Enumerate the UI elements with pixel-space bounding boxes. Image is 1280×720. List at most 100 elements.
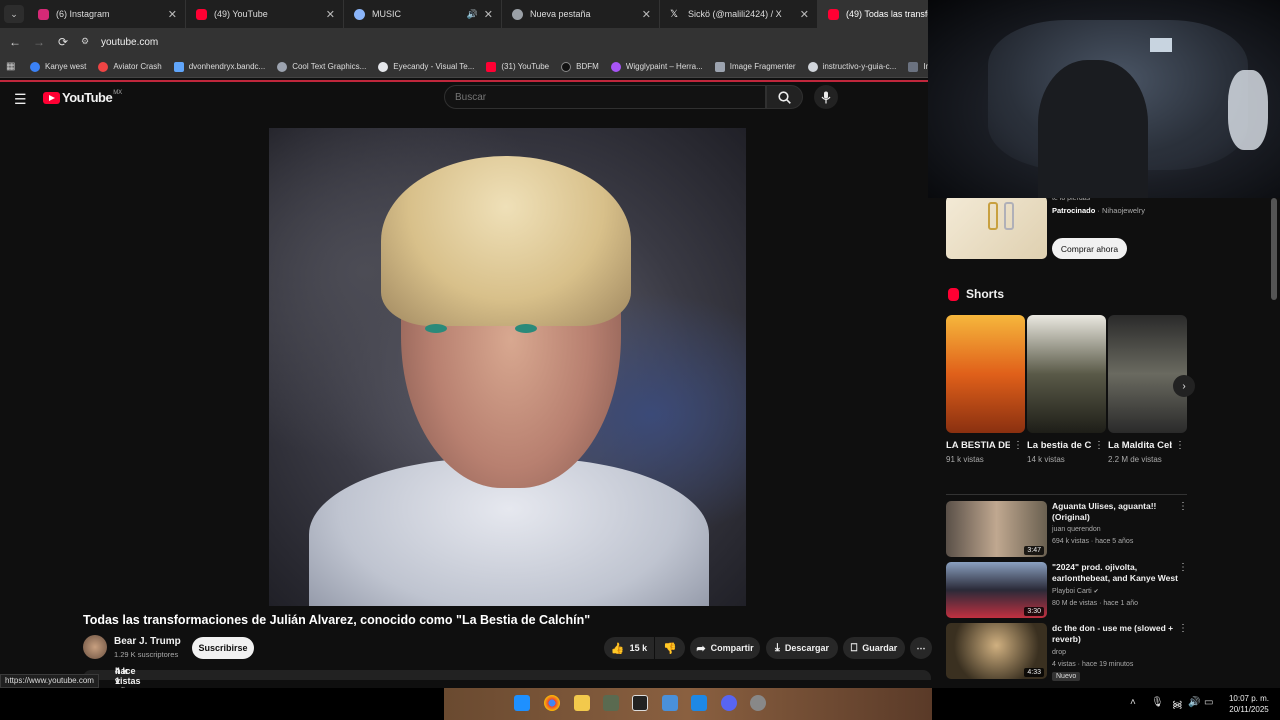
url-field[interactable]: ⚙ youtube.com [81, 36, 158, 48]
voice-search-button[interactable] [814, 85, 838, 109]
bookmark-item[interactable]: Eyecandy - Visual Te... [378, 61, 474, 72]
app-icon[interactable] [603, 695, 619, 711]
volume-icon[interactable]: 🔊 [1188, 697, 1200, 708]
discord-icon[interactable] [721, 695, 737, 711]
more-actions-button[interactable]: ⋯ [910, 637, 932, 659]
download-icon: ⤓ [775, 641, 780, 654]
youtube-page: ☰ YouTube MX Todas las transformaciones … [0, 82, 932, 696]
short-thumbnail [1108, 315, 1187, 433]
bookmark-item[interactable]: Kanye west [30, 61, 86, 72]
system-clock[interactable]: 10:07 p. m. 20/11/2025 [1220, 693, 1278, 715]
bookmark-icon [908, 61, 919, 72]
app-icon[interactable] [750, 695, 766, 711]
bookmark-icon [610, 61, 621, 72]
related-video[interactable]: 3:47 Aguanta Ulises, aguanta!! (Original… [946, 501, 1196, 559]
bookmark-icon [98, 61, 109, 72]
close-tab-icon[interactable]: ✕ [326, 8, 335, 21]
battery-icon[interactable]: ▭ [1204, 697, 1213, 708]
apps-grid-icon[interactable]: ▦ [6, 61, 20, 72]
microphone-icon[interactable]: 🎙 [1151, 697, 1164, 708]
chevron-up-icon[interactable]: ˄ [1130, 697, 1136, 708]
bookmark-icon [714, 61, 725, 72]
ad-thumbnail[interactable] [946, 196, 1047, 259]
link-status-bar: https://www.youtube.com [0, 674, 99, 688]
tab-new-tab[interactable]: Nueva pestaña ✕ [502, 0, 660, 28]
back-icon[interactable]: ← [3, 35, 27, 49]
more-vert-icon[interactable]: ⋮ [1175, 440, 1185, 451]
bookmark-item[interactable]: BDFM [561, 61, 599, 72]
speaker-icon[interactable]: 🔊 [467, 9, 478, 20]
app-icon[interactable] [691, 695, 707, 711]
more-vert-icon[interactable]: ⋮ [1013, 440, 1023, 451]
close-tab-icon[interactable]: ✕ [800, 8, 809, 21]
new-badge: Nuevo [1052, 672, 1081, 681]
shop-now-button[interactable]: Comprar ahora [1052, 238, 1127, 259]
search-input[interactable] [455, 91, 765, 103]
video-frame-eye [515, 324, 537, 333]
tab-x[interactable]: 𝕏 Sickö (@malili2424) / X ✕ [660, 0, 818, 28]
ad-sponsor: Patrocinado · Nihaojewelry [1052, 206, 1145, 215]
bookmark-item[interactable]: Aviator Crash [98, 61, 162, 72]
download-button[interactable]: ⤓ Descargar [766, 637, 838, 659]
dislike-button[interactable]: 👎 [655, 637, 685, 659]
site-info-icon[interactable]: ⚙ [81, 36, 93, 48]
subscribe-button[interactable]: Suscribirse [192, 637, 254, 659]
more-vert-icon[interactable]: ⋮ [1178, 562, 1188, 573]
search-icon [778, 90, 791, 104]
bookmark-item[interactable]: (31) YouTube [486, 61, 549, 72]
share-button[interactable]: ➦ Compartir [690, 637, 760, 659]
wifi-icon[interactable]: ᯼ [1172, 697, 1183, 711]
youtube-icon [196, 8, 207, 20]
more-vert-icon[interactable]: ⋮ [1178, 623, 1188, 634]
bookmark-icon [30, 61, 40, 72]
verified-icon: ✔ [1093, 589, 1099, 595]
windows-start-icon[interactable] [514, 695, 530, 711]
youtube-logo[interactable]: YouTube MX [43, 90, 122, 105]
channel-name[interactable]: Bear J. Trump [114, 636, 181, 647]
file-explorer-icon[interactable] [574, 695, 590, 711]
app-icon[interactable] [662, 695, 678, 711]
like-button[interactable]: 👍 15 k [604, 637, 654, 659]
globe-icon [807, 61, 818, 72]
shorts-next-button[interactable]: › [1173, 375, 1195, 397]
duration-badge: 3:47 [1024, 546, 1044, 555]
close-tab-icon[interactable]: ✕ [484, 8, 493, 21]
close-tab-icon[interactable]: ✕ [642, 8, 651, 21]
channel-avatar[interactable] [83, 635, 107, 659]
bookmark-item[interactable]: Wigglypaint – Herra... [610, 61, 703, 72]
x-logo-icon: 𝕏 [670, 8, 679, 20]
more-vert-icon[interactable]: ⋮ [1094, 440, 1104, 451]
webcam-light [1150, 38, 1172, 52]
tab-instagram[interactable]: (6) Instagram ✕ [28, 0, 186, 28]
search-button[interactable] [766, 85, 803, 109]
related-video[interactable]: 4:33 dc the don - use me (slowed + rever… [946, 623, 1196, 681]
bookmark-item[interactable]: Cool Text Graphics... [277, 61, 366, 72]
instagram-icon [38, 8, 49, 20]
video-player[interactable] [269, 128, 746, 606]
short-item[interactable]: La bestia de Calchín 💀... 14 k vistas ⋮ [1027, 315, 1106, 464]
tab-music[interactable]: MUSIC 🔊 ✕ [344, 0, 502, 28]
reload-icon[interactable]: ⟳ [51, 35, 75, 49]
close-tab-icon[interactable]: ✕ [168, 8, 177, 21]
chevron-right-icon: › [1182, 380, 1186, 392]
app-icon[interactable] [632, 695, 648, 711]
more-vert-icon[interactable]: ⋮ [1178, 501, 1188, 512]
related-video[interactable]: 3:30 "2024" prod. ojivolta, earlonthebea… [946, 562, 1196, 620]
bookmark-item[interactable]: instructivo-y-guia-c... [807, 61, 896, 72]
search-box[interactable] [444, 85, 766, 109]
bookmark-item[interactable]: Image Fragmenter [714, 61, 796, 72]
save-button[interactable]: ⎕ Guardar [843, 637, 905, 659]
bookmark-item[interactable]: dvonhendryx.bandc... [173, 61, 265, 72]
menu-icon[interactable]: ☰ [14, 91, 28, 108]
description-box[interactable]: 4 k vistas hace 1 año [83, 666, 931, 696]
share-icon: ➦ [696, 642, 706, 655]
bookmark-icon: ⎕ [850, 641, 858, 654]
youtube-icon [486, 61, 497, 72]
shorts-icon [948, 287, 959, 301]
tab-search-button[interactable]: ⌄ [4, 5, 24, 23]
forward-icon[interactable]: → [27, 35, 51, 49]
short-item[interactable]: LA BESTIA DE CALCHI... 91 k vistas ⋮ [946, 315, 1025, 464]
chrome-icon[interactable] [544, 695, 560, 711]
scrollbar-thumb[interactable] [1271, 198, 1277, 300]
tab-youtube[interactable]: (49) YouTube ✕ [186, 0, 344, 28]
